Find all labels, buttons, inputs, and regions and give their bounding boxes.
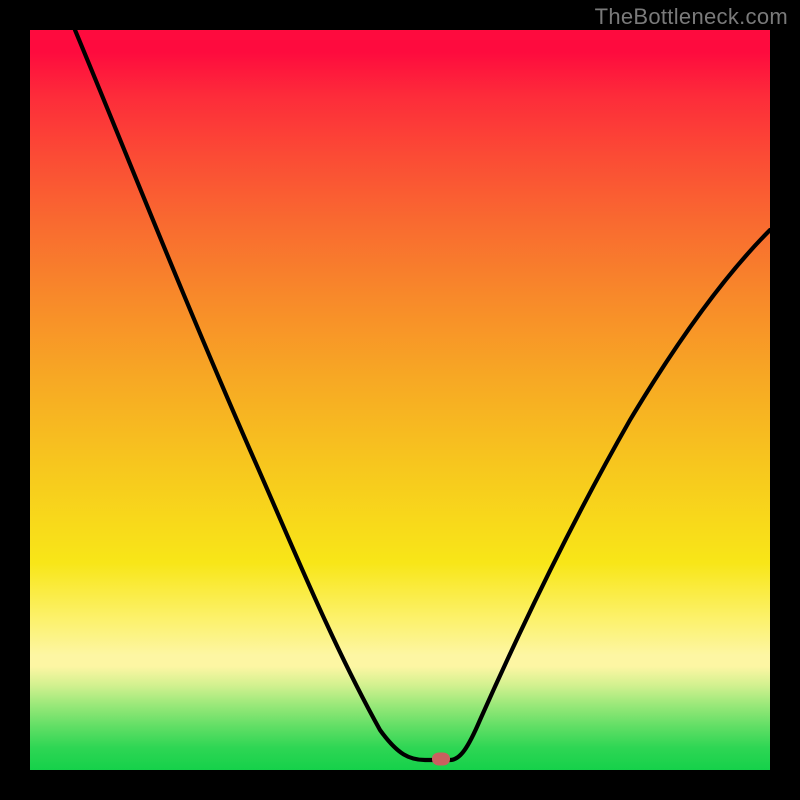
- chart-frame: TheBottleneck.com: [0, 0, 800, 800]
- curve-path: [75, 30, 770, 760]
- optimal-point-marker: [432, 752, 450, 765]
- plot-area: [30, 30, 770, 770]
- watermark-text: TheBottleneck.com: [595, 4, 788, 30]
- bottleneck-curve: [30, 30, 770, 770]
